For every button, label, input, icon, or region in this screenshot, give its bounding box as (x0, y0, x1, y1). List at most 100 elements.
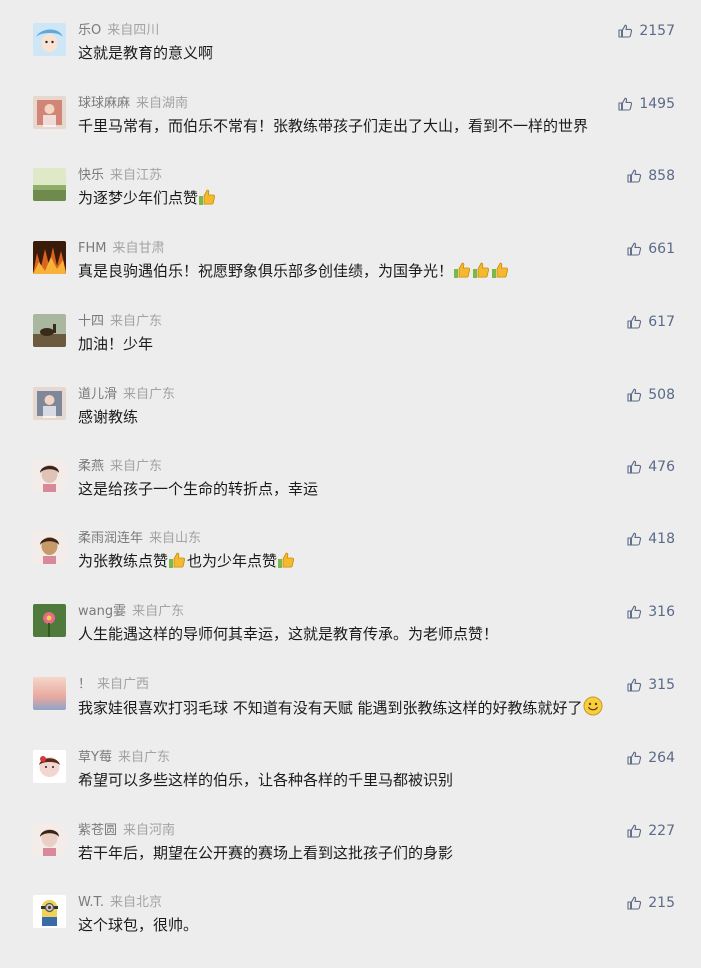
avatar[interactable] (33, 677, 66, 710)
nickname[interactable]: 快乐 (78, 168, 104, 183)
location-label: 来自湖南 (136, 96, 189, 111)
like-count: 316 (648, 604, 675, 620)
location-label: 来自江苏 (110, 168, 163, 183)
location-label: 来自甘肃 (112, 241, 165, 256)
like-button[interactable]: 1495 (617, 95, 675, 113)
comment-item: 道儿滑 来自广东感谢教练 508 (0, 387, 701, 460)
thumbs-up-icon (627, 169, 642, 183)
nickname[interactable]: 乐O (78, 23, 101, 38)
avatar[interactable] (33, 23, 66, 56)
location-label: 来自四川 (107, 23, 160, 38)
like-button[interactable]: 418 (626, 530, 675, 548)
nickname[interactable]: 柔燕 (78, 459, 104, 474)
location-label: 来自河南 (123, 823, 176, 838)
avatar[interactable] (33, 168, 66, 201)
comment-text: 人生能遇这样的导师何其幸运，这就是教育传承。为老师点赞！ (78, 625, 499, 643)
like-count: 476 (648, 459, 675, 475)
comment-text: 希望可以多些这样的伯乐，让各种各样的千里马都被识别 (78, 771, 454, 789)
nickname[interactable]: ！ (78, 677, 91, 692)
thumbs-up-icon (618, 97, 633, 111)
avatar[interactable] (33, 387, 66, 420)
thumbs-up-icon (627, 751, 642, 765)
like-count: 661 (648, 241, 675, 257)
location-label: 来自广东 (117, 750, 170, 765)
comment-item: 柔雨润连年 来自山东为张教练点赞 也为少年点赞 418 (0, 531, 701, 604)
nickname[interactable]: wang霎 (78, 604, 126, 619)
comment-item: FHM 来自甘肃真是良驹遇伯乐！祝愿野象俱乐部多创佳绩，为国争光！ 661 (0, 241, 701, 314)
comment-body: 若干年后，期望在公开赛的赛场上看到这批孩子们的身影 (78, 842, 453, 864)
thumbs-up-icon (627, 242, 642, 256)
like-count: 215 (648, 895, 675, 911)
thumbs-up-emoji-icon (198, 189, 217, 207)
comment-text-continued: 也为少年点赞 (187, 552, 278, 570)
thumbs-up-icon (627, 605, 642, 619)
comment-item: 球球麻麻 来自湖南千里马常有，而伯乐不常有！张教练带孩子们走出了大山，看到不一样的… (0, 96, 701, 169)
location-label: 来自山东 (149, 531, 202, 546)
nickname[interactable]: FHM (78, 241, 106, 256)
like-count: 264 (648, 750, 675, 766)
location-label: 来自广东 (123, 387, 176, 402)
nickname[interactable]: 紫苍圆 (78, 823, 117, 838)
location-label: 来自广东 (110, 314, 163, 329)
nickname[interactable]: 道儿滑 (78, 387, 117, 402)
comment-body: 我家娃很喜欢打羽毛球 不知道有没有天赋 能遇到张教练这样的好教练就好了 (78, 696, 603, 718)
comment-body: 千里马常有，而伯乐不常有！张教练带孩子们走出了大山，看到不一样的世界 (78, 115, 588, 137)
comment-body: 为逐梦少年们点赞 (78, 187, 217, 209)
avatar[interactable] (33, 531, 66, 564)
like-button[interactable]: 315 (626, 676, 675, 694)
like-button[interactable]: 264 (626, 749, 675, 767)
location-label: 来自北京 (110, 895, 163, 910)
comment-item: 乐O 来自四川这就是教育的意义啊 2157 (0, 23, 701, 96)
comment-text: 我家娃很喜欢打羽毛球 不知道有没有天赋 能遇到张教练这样的好教练就好了 (78, 699, 583, 717)
comment-item: 快乐 来自江苏为逐梦少年们点赞 858 (0, 168, 701, 241)
comment-body: 这就是教育的意义啊 (78, 42, 213, 64)
thumbs-up-emoji-icon (453, 262, 510, 280)
thumbs-up-icon (627, 824, 642, 838)
comment-text: 这个球包，很帅。 (78, 916, 199, 934)
like-button[interactable]: 476 (626, 458, 675, 476)
comment-text: 这就是教育的意义啊 (78, 44, 214, 62)
comment-body: 加油！少年 (78, 333, 153, 355)
thumbs-up-icon (618, 24, 633, 38)
like-button[interactable]: 617 (626, 313, 675, 331)
like-count: 617 (648, 314, 675, 330)
nickname[interactable]: 柔雨润连年 (78, 531, 143, 546)
like-button[interactable]: 2157 (617, 22, 675, 40)
like-button[interactable]: 316 (626, 603, 675, 621)
nickname[interactable]: 球球麻麻 (78, 96, 130, 111)
like-button[interactable]: 227 (626, 822, 675, 840)
comment-text: 真是良驹遇伯乐！祝愿野象俱乐部多创佳绩，为国争光！ (78, 262, 454, 280)
thumbs-up-icon (627, 460, 642, 474)
avatar[interactable] (33, 750, 66, 783)
comment-body: 感谢教练 (78, 406, 138, 428)
thumbs-up-icon (627, 315, 642, 329)
avatar[interactable] (33, 96, 66, 129)
comment-body: 希望可以多些这样的伯乐，让各种各样的千里马都被识别 (78, 769, 453, 791)
comment-item: 草Y莓 来自广东希望可以多些这样的伯乐，让各种各样的千里马都被识别 264 (0, 750, 701, 823)
avatar[interactable] (33, 241, 66, 274)
location-label: 来自广西 (97, 677, 150, 692)
nickname[interactable]: W.T. (78, 895, 104, 910)
avatar[interactable] (33, 895, 66, 928)
like-count: 1495 (639, 96, 675, 112)
avatar[interactable] (33, 823, 66, 856)
like-button[interactable]: 858 (626, 167, 675, 185)
like-button[interactable]: 508 (626, 386, 675, 404)
comment-body: 为张教练点赞 也为少年点赞 (78, 550, 296, 572)
avatar[interactable] (33, 604, 66, 637)
nickname[interactable]: 十四 (78, 314, 104, 329)
comment-item: ！ 来自广西我家娃很喜欢打羽毛球 不知道有没有天赋 能遇到张教练这样的好教练就好了… (0, 677, 701, 750)
comment-body: 这是给孩子一个生命的转折点，幸运 (78, 478, 318, 500)
comment-text: 为张教练点赞 (78, 552, 169, 570)
smile-emoji-icon (583, 696, 603, 717)
like-button[interactable]: 661 (626, 240, 675, 258)
comment-text: 千里马常有，而伯乐不常有！张教练带孩子们走出了大山，看到不一样的世界 (78, 117, 589, 135)
comment-text: 若干年后，期望在公开赛的赛场上看到这批孩子们的身影 (78, 844, 454, 862)
avatar[interactable] (33, 459, 66, 492)
like-button[interactable]: 215 (626, 894, 675, 912)
like-count: 418 (648, 531, 675, 547)
comment-item: 紫苍圆 来自河南若干年后，期望在公开赛的赛场上看到这批孩子们的身影 227 (0, 823, 701, 896)
nickname[interactable]: 草Y莓 (78, 750, 112, 765)
avatar[interactable] (33, 314, 66, 347)
thumbs-up-icon (627, 896, 642, 910)
